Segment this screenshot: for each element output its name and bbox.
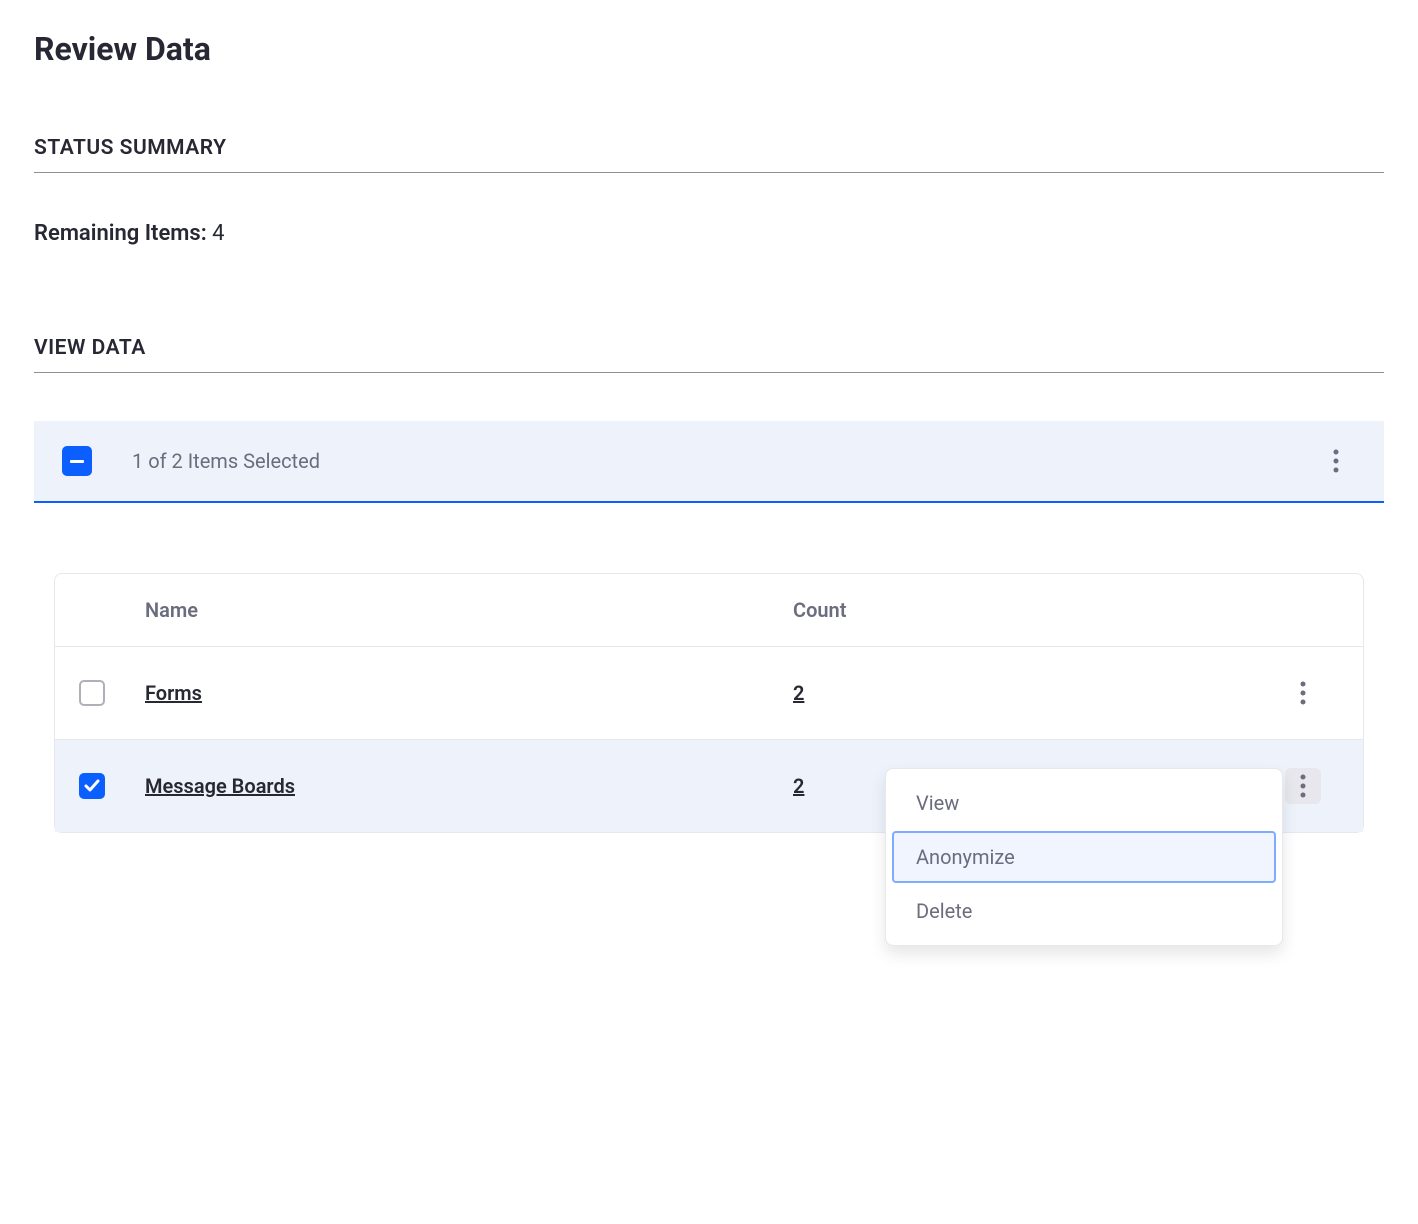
row-checkbox[interactable]	[79, 680, 105, 706]
data-table: Name Count Forms 2	[54, 573, 1364, 833]
table-row: Forms 2	[55, 647, 1363, 740]
row-checkbox[interactable]	[79, 773, 105, 799]
select-all-checkbox[interactable]	[62, 446, 92, 476]
selection-bar-left: 1 of 2 Items Selected	[62, 446, 320, 476]
selection-bar: 1 of 2 Items Selected	[34, 421, 1384, 503]
table-header-row: Name Count	[55, 574, 1363, 647]
row-name-link[interactable]: Forms	[145, 681, 202, 705]
column-header-count: Count	[793, 598, 1263, 622]
row-actions-button[interactable]	[1285, 675, 1321, 711]
kebab-icon	[1300, 774, 1306, 798]
menu-item-view[interactable]: View	[892, 777, 1276, 829]
row-actions-button[interactable]	[1285, 768, 1321, 804]
table-row: Message Boards 2 View Anonymize Delete	[55, 740, 1363, 832]
row-count-link[interactable]: 2	[793, 681, 804, 705]
check-icon	[84, 778, 100, 794]
page-title: Review Data	[34, 30, 1384, 68]
row-count-link[interactable]: 2	[793, 774, 804, 798]
row-name-link[interactable]: Message Boards	[145, 774, 295, 798]
menu-item-delete[interactable]: Delete	[892, 885, 1276, 937]
row-actions-menu: View Anonymize Delete	[885, 768, 1283, 946]
remaining-items-label: Remaining Items:	[34, 221, 207, 246]
indeterminate-icon	[70, 460, 84, 463]
menu-item-anonymize[interactable]: Anonymize	[892, 831, 1276, 883]
kebab-icon	[1333, 449, 1339, 473]
view-data-header: VIEW DATA	[34, 336, 1384, 373]
column-header-name: Name	[145, 598, 793, 622]
remaining-items-value: 4	[212, 221, 224, 246]
selection-count-text: 1 of 2 Items Selected	[132, 449, 320, 473]
selection-actions-button[interactable]	[1318, 443, 1354, 479]
status-summary-header: STATUS SUMMARY	[34, 136, 1384, 173]
kebab-icon	[1300, 681, 1306, 705]
remaining-items: Remaining Items: 4	[34, 221, 1384, 246]
